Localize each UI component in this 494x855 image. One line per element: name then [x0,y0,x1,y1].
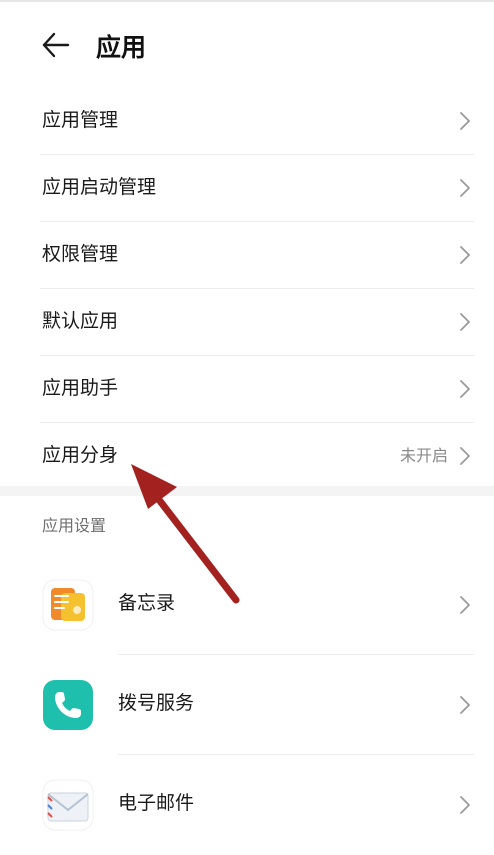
status-value: 未开启 [399,446,448,465]
email-icon [42,779,94,831]
app-item-email[interactable]: 电子邮件 [0,755,494,855]
app-item-label: 拨号服务 [118,692,195,714]
back-button[interactable] [38,28,78,68]
app-item-label: 备忘录 [118,592,176,614]
menu-item-label: 应用助手 [42,377,119,399]
phone-icon [42,679,94,731]
chevron-right-icon [460,696,470,714]
notepad-icon [42,579,94,631]
section-title: 应用设置 [42,516,107,535]
menu-item-app-management[interactable]: 应用管理 [40,88,474,155]
chevron-right-icon [460,447,470,465]
app-bar: 应用 [0,18,494,78]
arrow-left-icon [42,32,70,58]
chevron-right-icon [460,596,470,614]
chevron-right-icon [460,112,470,130]
app-settings-list: 备忘录 拨号服务 电子邮件 [0,555,494,855]
chevron-right-icon [460,380,470,398]
chevron-right-icon [460,313,470,331]
menu-item-label: 应用分身 [42,444,119,466]
menu-item-label: 应用管理 [42,109,119,131]
app-item-label: 电子邮件 [118,792,195,814]
menu-item-default-apps[interactable]: 默认应用 [40,289,474,356]
app-menu-list: 应用管理 应用启动管理 权限管理 默认应用 应用助手 应用分身 未开启 [0,88,494,489]
section-divider [0,486,494,496]
status-divider [0,0,494,2]
chevron-right-icon [460,246,470,264]
menu-item-permission-management[interactable]: 权限管理 [40,222,474,289]
menu-item-app-twin[interactable]: 应用分身 未开启 [40,423,474,489]
app-item-notepad[interactable]: 备忘录 [0,555,494,655]
page-title: 应用 [96,33,147,62]
chevron-right-icon [460,179,470,197]
menu-item-app-launch-management[interactable]: 应用启动管理 [40,155,474,222]
menu-item-app-assistant[interactable]: 应用助手 [40,356,474,423]
app-item-dialer[interactable]: 拨号服务 [0,655,494,755]
menu-item-label: 权限管理 [42,243,119,265]
menu-item-label: 应用启动管理 [42,176,157,198]
menu-item-label: 默认应用 [42,310,119,332]
chevron-right-icon [460,796,470,814]
